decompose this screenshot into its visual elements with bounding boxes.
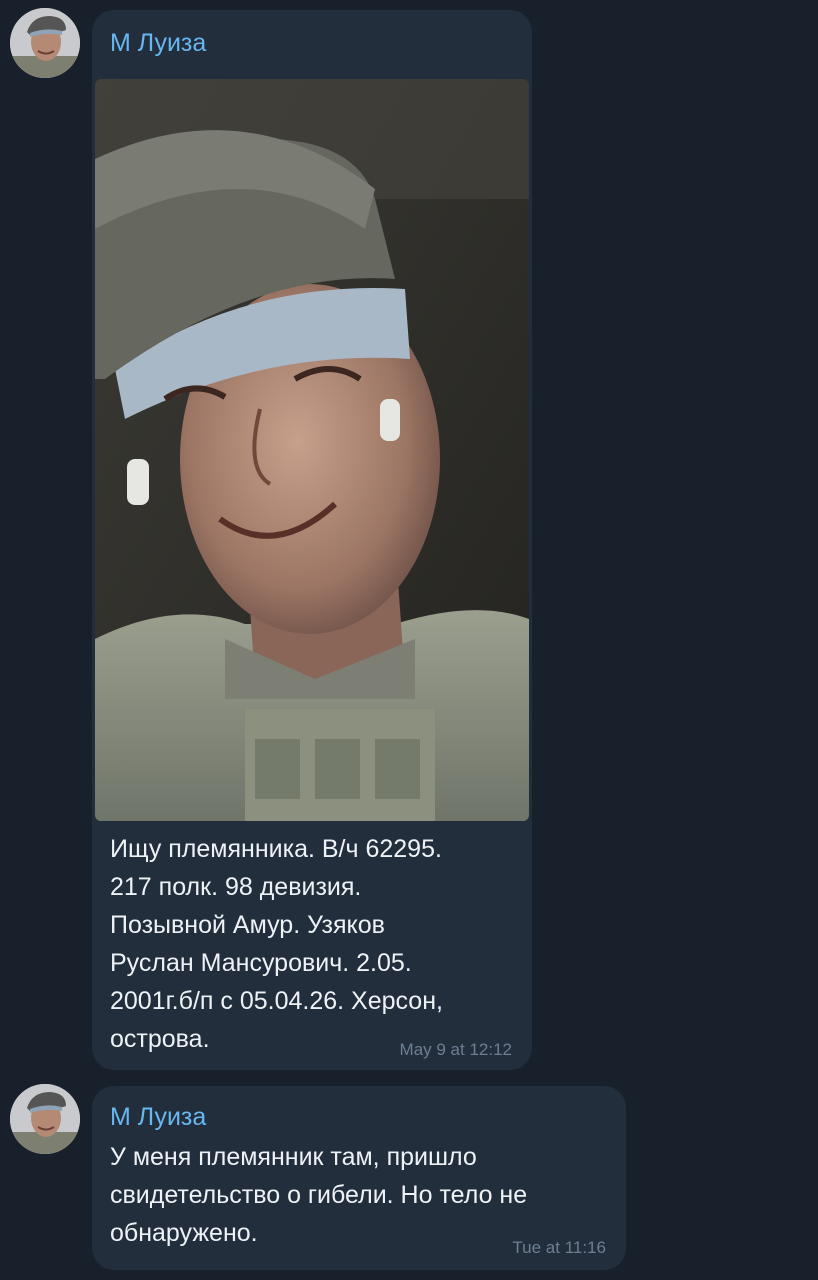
message-bubble: М Луиза У меня племянник там, пришло сви… xyxy=(92,1086,626,1270)
message-timestamp: May 9 at 12:12 xyxy=(399,1040,512,1059)
sender-avatar[interactable] xyxy=(10,8,80,78)
message-row: М Луиза Ищу племянника. В/ч 62295. 217 п… xyxy=(0,0,818,1080)
message-row: М Луиза У меня племянник там, пришло сви… xyxy=(0,1080,818,1280)
message-photo[interactable] xyxy=(95,79,529,821)
sender-name[interactable]: М Луиза xyxy=(110,1102,206,1132)
sender-name[interactable]: М Луиза xyxy=(110,28,206,58)
sender-avatar[interactable] xyxy=(10,1084,80,1154)
message-text: Ищу племянника. В/ч 62295. 217 полк. 98 … xyxy=(110,835,443,1053)
message-timestamp: Tue at 11:16 xyxy=(512,1238,606,1257)
message-text: У меня племянник там, пришло свидетельст… xyxy=(110,1143,528,1247)
message-bubble: М Луиза Ищу племянника. В/ч 62295. 217 п… xyxy=(92,10,532,1070)
